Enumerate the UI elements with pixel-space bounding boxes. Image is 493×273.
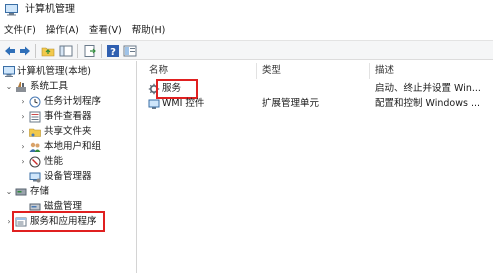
tree-item-event-viewer[interactable]: › 事件查看器 [0, 110, 136, 124]
tree-item-storage[interactable]: ⌄ 存储 [0, 185, 136, 199]
menu-view[interactable]: 查看(V) [84, 23, 127, 38]
navigation-tree: 计算机管理(本地) ⌄ 系统工具 › 任务计划程序 › 事件查看器 › 共享文件… [0, 61, 137, 273]
row-wmi-name: WMI 控件 [162, 98, 205, 109]
device-manager-icon [29, 172, 41, 183]
tree-label-device-manager: 设备管理器 [44, 171, 92, 182]
tree-label-local-users: 本地用户和组 [44, 141, 102, 152]
computer-management-icon [5, 4, 18, 16]
menu-action[interactable]: 操作(A) [41, 23, 84, 38]
collapse-chevron-icon[interactable]: ⌄ [5, 83, 13, 91]
menu-bar: 文件(F) 操作(A) 查看(V) 帮助(H) [0, 22, 493, 39]
tree-item-performance[interactable]: › 性能 [0, 155, 136, 169]
tree-label-task-scheduler: 任务计划程序 [44, 96, 102, 107]
tree-item-root[interactable]: 计算机管理(本地) [0, 65, 136, 79]
row-wmi-description: 配置和控制 Windows ... [375, 98, 481, 109]
tree-item-shared-folders[interactable]: › 共享文件夹 [0, 125, 136, 139]
tree-label-storage: 存储 [30, 186, 50, 197]
column-header-type[interactable]: 类型 [262, 65, 281, 77]
event-viewer-icon [29, 111, 41, 123]
svg-text:?: ? [110, 47, 116, 58]
collapse-chevron-icon[interactable]: ⌄ [5, 188, 13, 196]
task-scheduler-icon [29, 96, 41, 108]
properties-icon[interactable] [123, 44, 137, 58]
tree-label-performance: 性能 [44, 156, 64, 167]
tree-item-device-manager[interactable]: 设备管理器 [0, 170, 136, 184]
expand-chevron-icon[interactable]: › [19, 128, 27, 136]
tree-label-shared-folders: 共享文件夹 [44, 126, 92, 137]
tree-item-task-scheduler[interactable]: › 任务计划程序 [0, 95, 136, 109]
window-title: 计算机管理 [25, 4, 75, 15]
users-icon [29, 142, 41, 152]
back-arrow-icon[interactable] [3, 44, 17, 58]
storage-icon [15, 188, 27, 196]
row-services-description: 启动、终止并设置 Win... [375, 83, 481, 94]
menu-file[interactable]: 文件(F) [0, 23, 41, 38]
column-header-name[interactable]: 名称 [149, 65, 168, 77]
tools-icon [16, 82, 26, 92]
tree-label-event-viewer: 事件查看器 [44, 111, 92, 122]
performance-icon [29, 156, 41, 168]
toolbar: ? [0, 40, 493, 60]
tree-item-system-tools[interactable]: ⌄ 系统工具 [0, 80, 136, 94]
show-hide-tree-icon[interactable] [59, 44, 73, 58]
expand-chevron-icon[interactable]: › [19, 98, 27, 106]
title-bar: 计算机管理 [0, 0, 493, 21]
wmi-control-icon [148, 99, 160, 109]
computer-management-icon [3, 66, 15, 77]
tree-label-root: 计算机管理(本地) [17, 66, 91, 77]
highlight-box-services [156, 79, 198, 99]
tree-label-system-tools: 系统工具 [30, 81, 69, 92]
export-list-icon[interactable] [83, 44, 97, 58]
expand-chevron-icon[interactable]: › [19, 158, 27, 166]
column-header-description[interactable]: 描述 [375, 65, 394, 77]
expand-chevron-icon[interactable]: › [19, 113, 27, 121]
tree-item-local-users[interactable]: › 本地用户和组 [0, 140, 136, 154]
highlight-box-services-apps [12, 211, 105, 232]
forward-arrow-icon[interactable] [18, 44, 32, 58]
help-icon[interactable]: ? [106, 44, 120, 58]
up-folder-icon[interactable] [41, 44, 55, 58]
expand-chevron-icon[interactable]: › [19, 143, 27, 151]
details-list: 名称 类型 描述 服务 启动、终止并设置 Win... WMI 控件 扩展管理单… [143, 61, 493, 273]
row-wmi-type: 扩展管理单元 [262, 98, 320, 109]
shared-folder-icon [29, 128, 41, 137]
menu-help[interactable]: 帮助(H) [127, 23, 171, 38]
